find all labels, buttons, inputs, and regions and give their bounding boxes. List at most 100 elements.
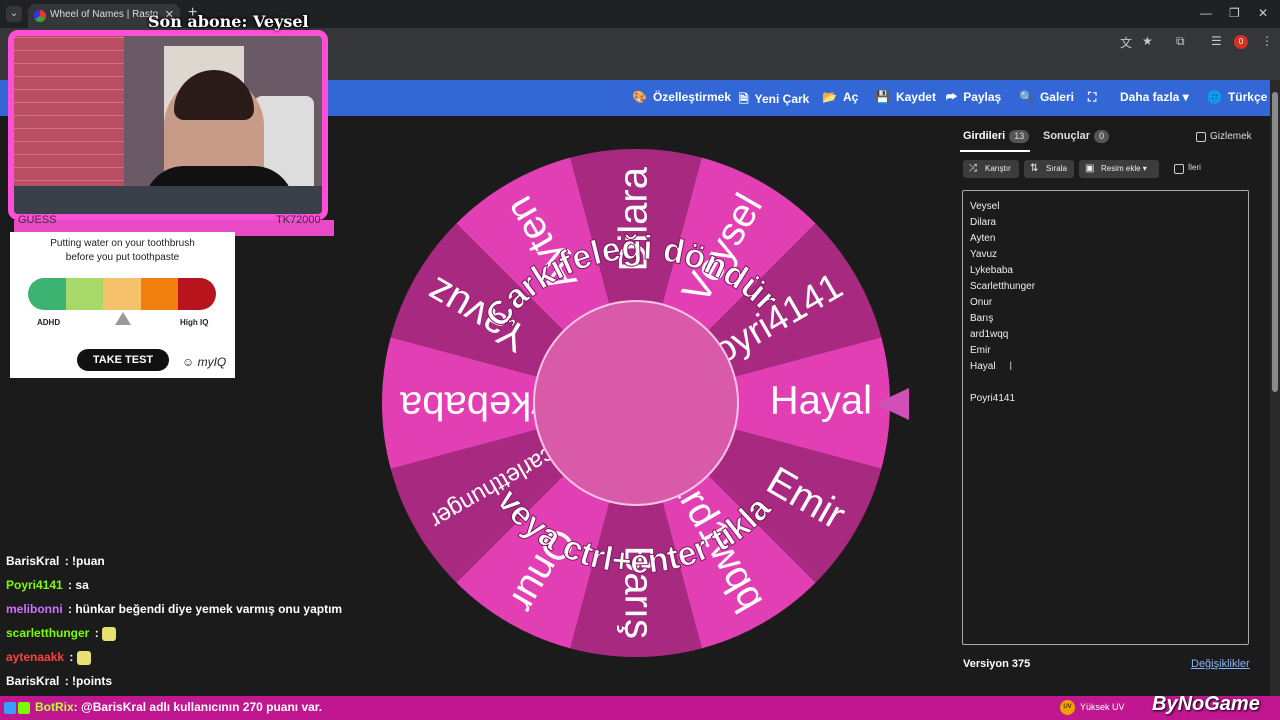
chat-username[interactable]: scarletthunger — [6, 626, 89, 640]
bookmark-star-icon[interactable]: ★ — [1142, 34, 1153, 48]
chat-message: aytenaakk : — [6, 650, 93, 665]
scale-step — [65, 278, 104, 310]
entry-line: Hayal — [970, 361, 996, 372]
version-label: Versiyon 375 — [963, 658, 1031, 670]
globe-icon: 🌐 — [1207, 90, 1222, 104]
chat-separator: : — [66, 650, 77, 664]
entries-count-badge: 13 — [1009, 130, 1030, 143]
chat-message: Poyri4141 : sa — [6, 578, 89, 592]
chat-emote-icon — [102, 626, 117, 641]
chat-message: melibonni : hünkar beğendi diye yemek va… — [6, 602, 342, 616]
nav-gallery[interactable]: 🔍 Galeri — [1019, 90, 1074, 104]
chat-username[interactable]: aytenaakk — [6, 650, 64, 664]
entry-line: Ayten — [970, 233, 996, 244]
text-cursor-icon: I — [1009, 359, 1013, 373]
scale-step — [140, 278, 179, 310]
browser-menu-icon[interactable]: ⋮ — [1261, 34, 1273, 48]
bynogame-logo: ByNoGame — [1152, 693, 1260, 715]
restore-icon[interactable]: ❐ — [1229, 6, 1240, 20]
advanced-checkbox[interactable] — [1174, 164, 1184, 174]
tab-underline — [960, 150, 1030, 152]
image-icon: ▣ — [1085, 163, 1095, 174]
entry-line: Lykebaba — [970, 265, 1013, 276]
wheel-segment-label: Barış — [616, 546, 660, 639]
take-test-button[interactable]: TAKE TEST — [77, 349, 169, 371]
last-subscriber-text: Son abone: Veysel — [148, 12, 309, 31]
advanced-label: İleri — [1188, 163, 1201, 172]
chat-emote-icon — [76, 650, 91, 665]
extension-badge-icon[interactable]: 0 — [1234, 35, 1248, 49]
ad-line-1: Putting water on your toothbrush — [50, 238, 195, 249]
chat-text: sa — [75, 578, 89, 592]
tab-search-dropdown-icon[interactable]: ⌄ — [6, 6, 22, 22]
nav-customize[interactable]: 🎨 Özelleştirmek — [632, 90, 731, 104]
uv-label: Yüksek UV — [1080, 702, 1125, 712]
webcam-overlay — [8, 30, 328, 220]
chat-separator: : — [61, 674, 73, 688]
wheel-center-hub[interactable] — [533, 300, 739, 506]
iq-ad[interactable]: Putting water on your toothbrush before … — [10, 232, 235, 378]
entry-line: ard1wqq — [970, 329, 1009, 340]
webcam-wall — [14, 36, 124, 206]
bot-icons — [4, 700, 32, 716]
hide-label: Gizlemek — [1210, 131, 1252, 142]
chat-separator: : — [64, 578, 76, 592]
document-icon: 🗎 — [739, 92, 749, 106]
nav-open[interactable]: 📂 Aç — [822, 90, 858, 104]
goal-bar-label: GUESS — [18, 214, 57, 226]
scroll-thumb[interactable] — [1272, 92, 1278, 392]
fullscreen-icon: ⛶ — [1088, 90, 1097, 104]
add-image-button[interactable]: ▣ Resim ekle ▾ — [1079, 160, 1159, 178]
nav-share[interactable]: ⮫ Paylaş — [946, 90, 1001, 105]
chat-username[interactable]: Poyri4141 — [6, 578, 63, 592]
iq-scale — [28, 278, 216, 310]
shuffle-button[interactable]: ⤮ Karıştır — [963, 160, 1019, 178]
shuffle-icon: ⤮ — [969, 163, 977, 174]
entries-panel: Girdileri 13 Sonuçlar 0 Gizlemek ⤮ Karıştır… — [952, 118, 1262, 688]
entries-textarea[interactable]: I Veysel Dilara Ayten Yavuz Lykebaba Scarlett… — [962, 190, 1249, 645]
chat-message: BarisKral : !puan — [6, 554, 105, 568]
changes-link[interactable]: Değişiklikler — [1191, 658, 1250, 670]
translate-icon[interactable]: 文 — [1120, 34, 1132, 51]
wheel-segment-label: Hayal — [770, 379, 872, 423]
chat-message: scarletthunger : — [6, 626, 118, 641]
tab-title: Wheel of Names | Rastgele ad... — [50, 9, 158, 20]
scale-marker-icon — [115, 312, 131, 325]
chat-separator: : — [64, 602, 76, 616]
media-controls-icon[interactable]: ☰ — [1211, 34, 1222, 48]
adhd-label: ADHD — [37, 318, 61, 327]
myiq-logo: ☺ myIQ — [182, 355, 227, 369]
chat-username[interactable]: BarisKral — [6, 674, 59, 688]
nav-more[interactable]: Daha fazla ▾ — [1120, 90, 1189, 104]
botrix-message: BotRix: @BarisKral adlı kullanıcının 270… — [35, 700, 323, 714]
chat-username[interactable]: melibonni — [6, 602, 63, 616]
nav-language[interactable]: 🌐 Türkçe — [1207, 90, 1267, 104]
results-count-badge: 0 — [1094, 130, 1110, 143]
chat-separator: : — [61, 554, 73, 568]
nav-new-wheel[interactable]: 🗎 Yeni Çark — [739, 90, 809, 111]
chat-username[interactable]: BarisKral — [6, 554, 59, 568]
scale-step — [103, 278, 141, 310]
tab-entries[interactable]: Girdileri 13 — [963, 130, 1030, 143]
wheel-favicon-icon — [34, 10, 46, 22]
chat-text: hünkar beğendi diye yemek varmış onu yap… — [75, 602, 343, 616]
hide-checkbox[interactable] — [1196, 132, 1206, 142]
window-close-icon[interactable]: ✕ — [1258, 6, 1268, 20]
wheel-segment-label: Dilara — [612, 166, 656, 271]
nav-save[interactable]: 💾 Kaydet — [875, 90, 936, 104]
minimize-icon[interactable]: — — [1200, 6, 1212, 20]
wheel-pointer-icon — [875, 388, 909, 420]
search-icon: 🔍 — [1019, 90, 1034, 104]
high-iq-label: High IQ — [180, 318, 209, 327]
chat-text: !puan — [72, 554, 105, 568]
tab-results[interactable]: Sonuçlar 0 — [1043, 130, 1110, 143]
sort-icon: ⇅ — [1030, 163, 1039, 174]
page-scrollbar[interactable] — [1270, 80, 1280, 696]
extensions-icon[interactable]: ⧉ — [1176, 34, 1185, 49]
ad-line-2: before you put toothpaste — [65, 252, 180, 263]
sort-button[interactable]: ⇅ Sırala — [1024, 160, 1074, 178]
stream-bottom-bar: BotRix: @BarisKral adlı kullanıcının 270… — [0, 696, 1280, 720]
entry-line: Scarletthunger — [970, 281, 1036, 292]
nav-fullscreen[interactable]: ⛶ — [1088, 90, 1102, 105]
bot-badge-icon — [4, 702, 16, 714]
